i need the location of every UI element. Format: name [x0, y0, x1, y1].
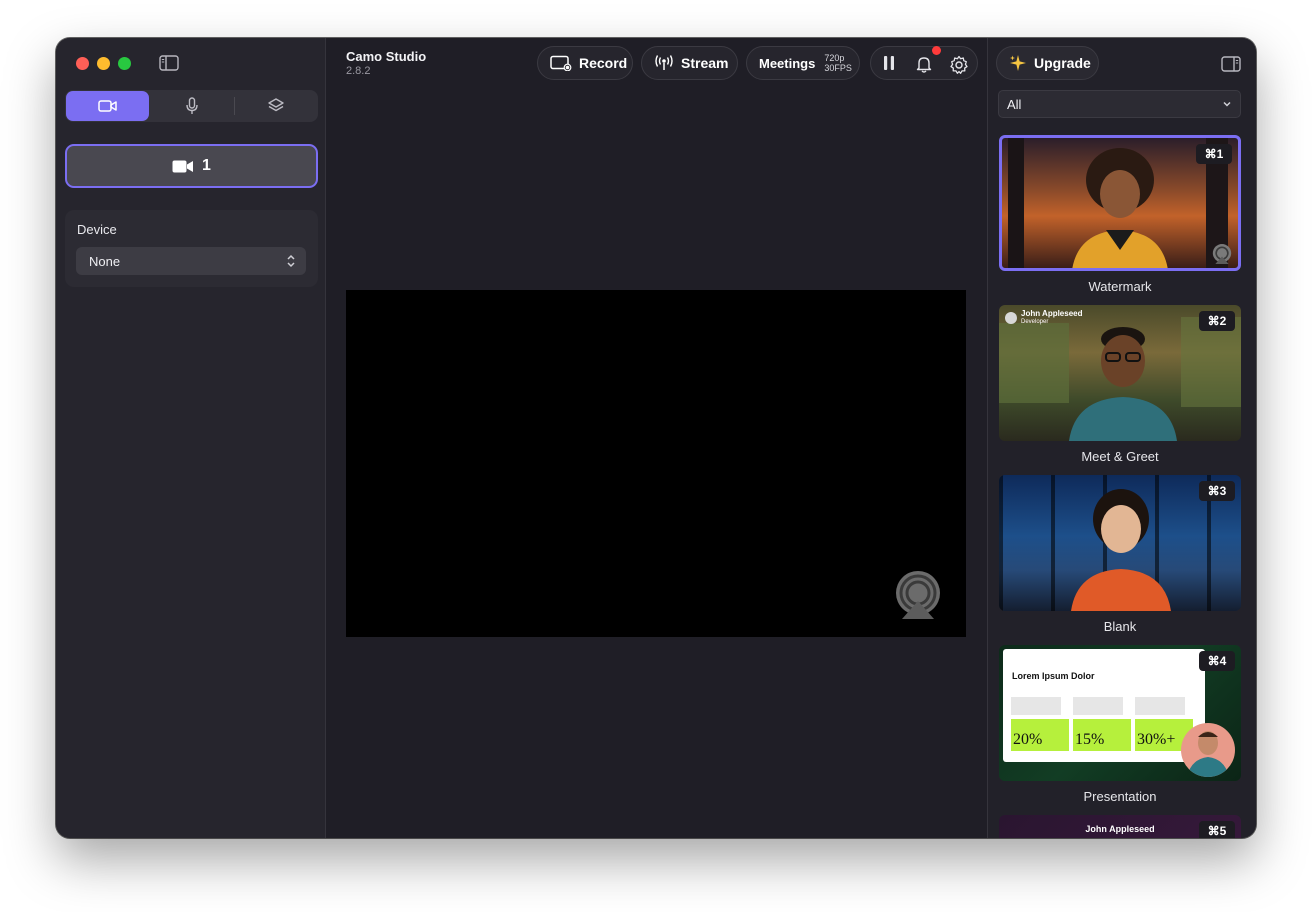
- scene-thumbnail: John Appleseed ⌘5: [999, 815, 1241, 838]
- scene-shortcut: ⌘4: [1199, 651, 1235, 671]
- close-window-button[interactable]: [76, 57, 89, 70]
- device-select[interactable]: None: [76, 247, 306, 275]
- video-preview: [346, 290, 966, 637]
- tab-video[interactable]: [66, 91, 150, 121]
- layers-icon: [268, 98, 285, 112]
- slide: Lorem Ipsum Dolor 20% 15% 30%+: [1003, 649, 1205, 762]
- meetings-label: Meetings: [759, 55, 816, 71]
- app-window: 1 Device None Camo Studio 2.8.2 Record S…: [56, 38, 1256, 838]
- upgrade-button[interactable]: Upgrade: [996, 46, 1099, 80]
- microphone-icon: [186, 97, 198, 114]
- camera-source-label: 1: [202, 157, 211, 174]
- person-image: [1071, 489, 1171, 611]
- scene-shortcut: ⌘1: [1196, 144, 1232, 164]
- person-image: [1187, 731, 1229, 777]
- scene-thumbnail: Lorem Ipsum Dolor 20% 15% 30%+ ⌘4: [999, 645, 1241, 781]
- scene-card-meet-greet[interactable]: John Appleseed Developer ⌘2 Meet & Greet: [999, 305, 1241, 464]
- stat-box: 15%: [1073, 719, 1131, 751]
- scene-thumbnail: ⌘1: [999, 135, 1241, 271]
- scenes-panel: Upgrade All ⌘1 Watermark John Appleseed …: [987, 38, 1256, 838]
- app-version: 2.8.2: [346, 65, 371, 77]
- name-overlay: John Appleseed Developer: [1005, 309, 1083, 327]
- scene-shortcut: ⌘5: [1199, 821, 1235, 838]
- minimize-window-button[interactable]: [97, 57, 110, 70]
- output-format: 720p 30FPS: [824, 53, 852, 73]
- tab-layers[interactable]: [235, 91, 318, 121]
- chevron-down-icon: [1223, 101, 1231, 107]
- scene-thumbnail: John Appleseed Developer ⌘2: [999, 305, 1241, 441]
- scene-label: Blank: [1103, 619, 1137, 634]
- slide-text-lines: [1011, 697, 1195, 715]
- device-select-value: None: [89, 253, 121, 269]
- zoom-window-button[interactable]: [118, 57, 131, 70]
- control-group: [870, 46, 978, 80]
- meetings-button[interactable]: Meetings 720p 30FPS: [746, 46, 860, 80]
- scene-filter-select[interactable]: All: [998, 90, 1241, 118]
- record-icon: [550, 55, 572, 71]
- scene-filter-value: All: [1007, 96, 1022, 112]
- sparkle-icon: [1010, 55, 1026, 71]
- inspector-toggle-icon[interactable]: [1221, 56, 1241, 72]
- scene-card-watermark[interactable]: ⌘1 Watermark: [999, 135, 1241, 294]
- stream-button[interactable]: Stream: [641, 46, 738, 80]
- bell-icon[interactable]: [915, 55, 933, 73]
- person-image: [1072, 148, 1168, 268]
- camo-watermark-icon: [896, 571, 940, 619]
- window-controls: [76, 57, 131, 70]
- up-down-chevron-icon: [287, 254, 295, 268]
- camo-watermark-icon: [1212, 244, 1232, 264]
- scene-card-presentation[interactable]: Lorem Ipsum Dolor 20% 15% 30%+ ⌘4 Presen…: [999, 645, 1241, 804]
- slide-title: Lorem Ipsum Dolor: [1012, 671, 1095, 681]
- stat-value: 30%+: [1137, 731, 1176, 748]
- record-button[interactable]: Record: [537, 46, 633, 80]
- window-view: [999, 323, 1069, 403]
- stat-value: 20%: [1013, 731, 1043, 748]
- scene-label: Presentation: [1083, 789, 1157, 804]
- window-frame: [1008, 138, 1024, 268]
- upgrade-label: Upgrade: [1034, 55, 1091, 71]
- pause-icon[interactable]: [882, 55, 896, 71]
- device-panel: Device None: [65, 210, 318, 287]
- scene-card-5[interactable]: John Appleseed ⌘5: [999, 815, 1241, 838]
- scene-label: Meet & Greet: [1081, 449, 1159, 464]
- presenter-avatar: [1181, 723, 1235, 777]
- device-label: Device: [77, 222, 117, 237]
- camera-icon: [172, 160, 194, 172]
- person-image: [1069, 327, 1177, 441]
- stream-label: Stream: [681, 55, 729, 71]
- gear-icon[interactable]: [949, 55, 969, 75]
- source-type-tabs: [65, 90, 318, 122]
- scene-shortcut: ⌘3: [1199, 481, 1235, 501]
- fps-text: 30FPS: [824, 63, 852, 73]
- stat-value: 15%: [1075, 731, 1105, 748]
- left-sidebar: 1 Device None: [56, 38, 326, 838]
- record-label: Record: [579, 55, 628, 71]
- app-title: Camo Studio: [346, 49, 427, 64]
- resolution-text: 720p: [824, 53, 845, 63]
- scene-card-blank[interactable]: ⌘3 Blank: [999, 475, 1241, 634]
- broadcast-icon: [655, 55, 673, 70]
- scene-thumbnail: ⌘3: [999, 475, 1241, 611]
- scene-shortcut: ⌘2: [1199, 311, 1235, 331]
- tab-audio[interactable]: [150, 91, 233, 121]
- overlay-name: John Appleseed: [1021, 309, 1083, 318]
- camo-logo-icon: [1005, 312, 1017, 324]
- scene-label: Watermark: [1088, 279, 1152, 294]
- stat-box: 20%: [1011, 719, 1069, 751]
- main-area: Camo Studio 2.8.2 Record Stream Meetings: [326, 38, 986, 838]
- sidebar-toggle-icon[interactable]: [159, 55, 179, 71]
- video-icon: [97, 100, 117, 112]
- overlay-subtitle: Developer: [1021, 319, 1049, 325]
- notification-badge: [932, 46, 941, 55]
- camera-source-button[interactable]: 1: [65, 144, 318, 188]
